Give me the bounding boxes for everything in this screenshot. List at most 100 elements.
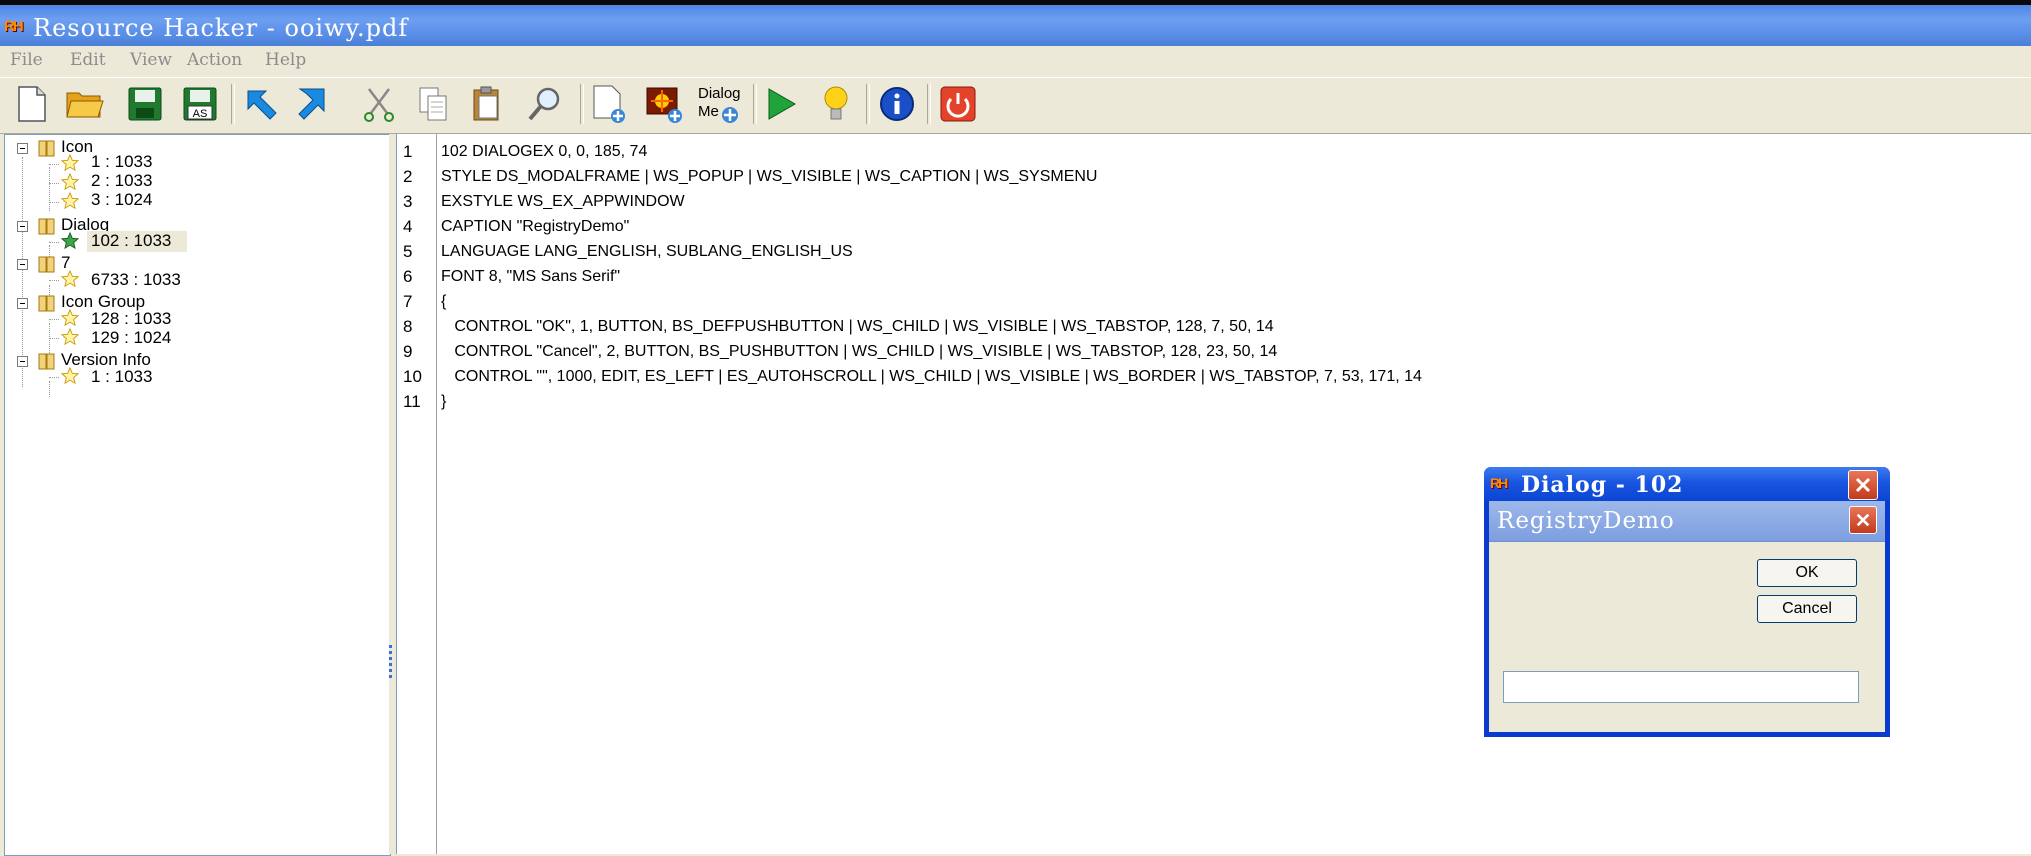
collapse-icon[interactable] xyxy=(17,221,28,232)
tree-connector xyxy=(49,164,59,165)
resource-tree[interactable]: Icon 1 : 1033 2 : 1033 3 : 1024 Dialog 1… xyxy=(4,134,391,856)
menu-help[interactable]: Help xyxy=(265,50,306,70)
collapse-icon[interactable] xyxy=(17,143,28,154)
registry-demo-caption: RegistryDemo xyxy=(1497,508,1675,534)
code-line[interactable]: EXSTYLE WS_EX_APPWINDOW xyxy=(441,193,685,211)
star-icon xyxy=(61,270,79,288)
code-line[interactable]: FONT 8, "MS Sans Serif" xyxy=(441,268,620,286)
dialog-merger-icon[interactable]: Dialog Me xyxy=(696,83,744,125)
menu-action[interactable]: Action xyxy=(187,50,242,70)
cut-icon[interactable] xyxy=(358,83,400,125)
add-image-icon[interactable] xyxy=(644,83,686,125)
folder-icon xyxy=(38,256,55,273)
exit-icon[interactable] xyxy=(937,83,979,125)
collapse-icon[interactable] xyxy=(17,259,28,270)
tree-connector xyxy=(49,377,59,378)
registry-demo-caption-bar: RegistryDemo xyxy=(1489,501,1885,542)
star-icon xyxy=(61,232,79,250)
star-icon xyxy=(61,154,79,172)
forward-arrow-icon[interactable] xyxy=(294,83,336,125)
menu-view[interactable]: View xyxy=(130,50,172,70)
line-number: 11 xyxy=(403,392,421,411)
code-line[interactable]: STYLE DS_MODALFRAME | WS_POPUP | WS_VISI… xyxy=(441,168,1097,186)
tree-connector xyxy=(49,167,50,211)
folder-icon xyxy=(38,295,55,312)
tree-node-icon-3[interactable]: 3 : 1024 xyxy=(91,190,152,210)
tree-connector xyxy=(49,183,59,184)
tree-node-icon-2[interactable]: 2 : 1033 xyxy=(91,171,152,191)
line-number: 8 xyxy=(403,317,413,336)
tree-connector xyxy=(22,157,23,387)
toolbar-separator xyxy=(580,84,584,124)
folder-icon xyxy=(38,140,55,157)
code-line[interactable]: } xyxy=(441,393,446,411)
toolbar-separator xyxy=(753,84,757,124)
open-folder-icon[interactable] xyxy=(64,83,106,125)
app-logo-icon: RH xyxy=(4,18,24,35)
line-number: 6 xyxy=(403,267,413,286)
menu-file[interactable]: File xyxy=(10,50,43,70)
toolbar: AS Dialog Me xyxy=(0,77,2031,134)
dialog-preview-title: Dialog - 102 xyxy=(1521,472,1684,498)
tree-node-icon-group-128[interactable]: 128 : 1033 xyxy=(91,309,171,329)
line-number-gutter: 1 2 3 4 5 6 7 8 9 10 11 xyxy=(397,134,437,854)
save-as-icon[interactable]: AS xyxy=(179,83,221,125)
folder-icon xyxy=(38,353,55,370)
tree-connector xyxy=(49,319,59,320)
tree-node-7-6733[interactable]: 6733 : 1033 xyxy=(91,270,181,290)
splitter-grip[interactable] xyxy=(389,645,392,681)
code-line[interactable]: CONTROL "", 1000, EDIT, ES_LEFT | ES_AUT… xyxy=(441,368,1422,386)
toolbar-separator xyxy=(866,84,870,124)
tree-node-icon-group-129[interactable]: 129 : 1024 xyxy=(91,328,171,348)
ok-button[interactable]: OK xyxy=(1757,559,1857,587)
code-line[interactable]: CAPTION "RegistryDemo" xyxy=(441,218,629,236)
line-number: 2 xyxy=(403,167,413,186)
tree-connector xyxy=(49,381,50,397)
collapse-icon[interactable] xyxy=(17,298,28,309)
code-line[interactable]: CONTROL "Cancel", 2, BUTTON, BS_PUSHBUTT… xyxy=(441,343,1277,361)
back-arrow-icon[interactable] xyxy=(240,83,282,125)
close-icon[interactable] xyxy=(1848,470,1878,500)
tree-connector xyxy=(49,202,59,203)
app-logo-icon: RH xyxy=(1490,475,1508,491)
tree-connector xyxy=(49,280,59,281)
line-number: 1 xyxy=(403,142,413,161)
copy-icon[interactable] xyxy=(412,83,454,125)
line-number: 10 xyxy=(403,367,422,386)
dialog-preview-window[interactable]: RH Dialog - 102 RegistryDemo OK Cancel xyxy=(1484,467,1890,737)
tree-node-version-info-1[interactable]: 1 : 1033 xyxy=(91,367,152,387)
hint-icon[interactable] xyxy=(815,83,857,125)
line-number: 7 xyxy=(403,292,413,311)
star-icon xyxy=(61,309,79,327)
dialog-preview-title-bar[interactable]: RH Dialog - 102 xyxy=(1484,467,1890,501)
cancel-button[interactable]: Cancel xyxy=(1757,595,1857,623)
dialog-edit-field[interactable] xyxy=(1503,671,1859,703)
tree-node-dialog-102-selected[interactable]: 102 : 1033 xyxy=(91,231,171,251)
new-file-icon[interactable] xyxy=(11,83,53,125)
find-icon[interactable] xyxy=(524,83,566,125)
menu-bar: File Edit View Action Help xyxy=(0,46,2031,76)
paste-icon[interactable] xyxy=(466,83,508,125)
svg-text:Dialog: Dialog xyxy=(698,85,741,102)
about-icon[interactable] xyxy=(876,83,918,125)
line-number: 5 xyxy=(403,242,413,261)
folder-icon xyxy=(38,218,55,235)
window-title: Resource Hacker - ooiwy.pdf xyxy=(33,14,409,42)
add-resource-icon[interactable] xyxy=(588,83,630,125)
code-line[interactable]: { xyxy=(441,293,446,311)
run-script-icon[interactable] xyxy=(760,83,802,125)
menu-edit[interactable]: Edit xyxy=(70,50,106,70)
star-icon xyxy=(61,367,79,385)
save-icon[interactable] xyxy=(124,83,166,125)
line-number: 3 xyxy=(403,192,413,211)
code-line[interactable]: 102 DIALOGEX 0, 0, 185, 74 xyxy=(441,143,647,161)
code-line[interactable]: CONTROL "OK", 1, BUTTON, BS_DEFPUSHBUTTO… xyxy=(441,318,1273,336)
star-icon xyxy=(61,173,79,191)
tree-node-icon-1[interactable]: 1 : 1033 xyxy=(91,152,152,172)
app-title-bar[interactable]: RH Resource Hacker - ooiwy.pdf xyxy=(0,5,2031,46)
collapse-icon[interactable] xyxy=(17,356,28,367)
svg-text:AS: AS xyxy=(193,108,208,120)
line-number: 9 xyxy=(403,342,413,361)
code-line[interactable]: LANGUAGE LANG_ENGLISH, SUBLANG_ENGLISH_U… xyxy=(441,243,853,261)
close-icon[interactable] xyxy=(1849,506,1877,534)
